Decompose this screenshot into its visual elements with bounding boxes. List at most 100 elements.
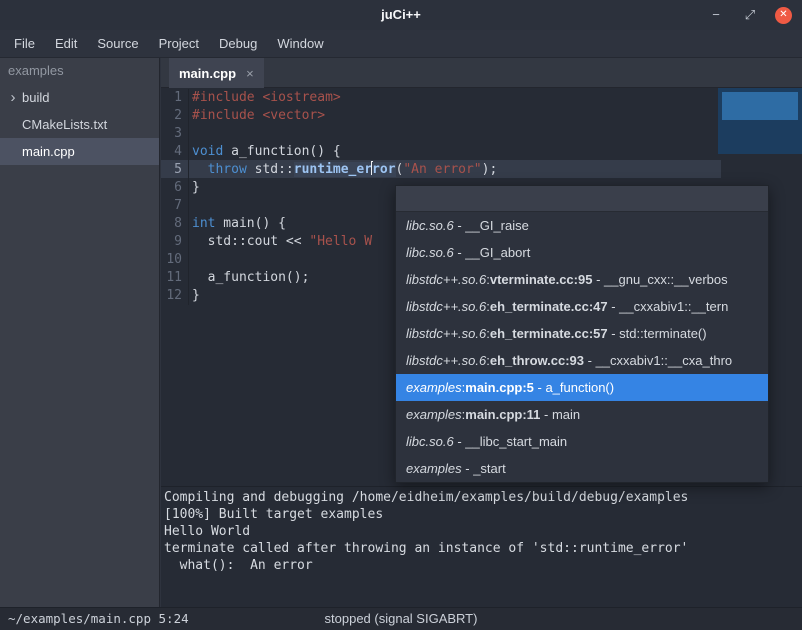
frame-function: - a_function() [534, 380, 614, 395]
code-line [192, 125, 802, 143]
code-token: runtime_er [294, 162, 372, 177]
frame-function: - __cxxabiv1::__tern [608, 299, 729, 314]
code-token: int [192, 216, 215, 231]
window-title: juCi++ [0, 0, 802, 30]
code-token: #include [192, 108, 255, 123]
maximize-button-icon[interactable]: ⤢ [741, 6, 759, 24]
line-number: 1 [161, 89, 188, 107]
frame-function: - __cxxabiv1::__cxa_thro [584, 353, 732, 368]
sidebar-item-label: main.cpp [22, 138, 75, 165]
code-token: <iostream> [262, 90, 340, 105]
frame-function: - main [540, 407, 580, 422]
code-line: #include <vector> [192, 107, 802, 125]
line-number: 7 [161, 197, 188, 215]
window-controls: − ⤢ ✕ [707, 0, 792, 30]
line-number: 9 [161, 233, 188, 251]
project-name-header: examples [0, 58, 159, 84]
stack-frame-item[interactable]: examples:main.cpp:11 - main [396, 401, 768, 428]
line-number: 12 [161, 287, 188, 305]
stack-frame-item[interactable]: libstdc++.so.6:eh_terminate.cc:57 - std:… [396, 320, 768, 347]
titlebar[interactable]: juCi++ − ⤢ ✕ [0, 0, 802, 30]
menu-item-debug[interactable]: Debug [209, 30, 267, 57]
library-name: libstdc++.so.6 [406, 326, 486, 341]
menu-item-window[interactable]: Window [267, 30, 333, 57]
sidebar-item-label: CMakeLists.txt [22, 111, 107, 138]
chevron-right-icon: › [6, 84, 20, 111]
stack-frame-item[interactable]: examples:main.cpp:5 - a_function() [396, 374, 768, 401]
code-token: <vector> [262, 108, 325, 123]
code-token: a_function(); [192, 270, 309, 285]
statusbar: ~/examples/main.cpp 5:24 stopped (signal… [0, 607, 802, 630]
menu-item-file[interactable]: File [4, 30, 45, 57]
code-token: "An error" [403, 162, 481, 177]
code-token: ); [482, 162, 498, 177]
line-number: 8 [161, 215, 188, 233]
popup-search-field[interactable] [396, 186, 768, 212]
debug-output-console[interactable]: Compiling and debugging /home/eidheim/ex… [161, 486, 802, 607]
stack-frame-item[interactable]: libc.so.6 - __GI_abort [396, 239, 768, 266]
code-token: "Hello W [309, 234, 372, 249]
code-token: throw [208, 162, 247, 177]
sidebar-item-label: build [22, 84, 49, 111]
tab-close-icon[interactable]: × [246, 66, 254, 81]
line-number: 5 [161, 161, 188, 179]
file-tree-sidebar: examples ›buildCMakeLists.txtmain.cpp [0, 58, 160, 607]
sidebar-item-build[interactable]: ›build [0, 84, 159, 111]
code-token: a_function() { [223, 144, 340, 159]
stack-frame-item[interactable]: libstdc++.so.6:vterminate.cc:95 - __gnu_… [396, 266, 768, 293]
stack-frame-item[interactable]: examples - _start [396, 455, 768, 482]
file-location: main.cpp:11 [465, 407, 540, 422]
code-token: main() { [215, 216, 285, 231]
file-location: eh_terminate.cc:57 [490, 326, 608, 341]
minimize-button-icon[interactable]: − [707, 6, 725, 24]
code-token: #include [192, 90, 255, 105]
editor-overlay-box [718, 88, 802, 154]
library-name: libstdc++.so.6 [406, 272, 486, 287]
console-line: terminate called after throwing an insta… [164, 540, 802, 557]
line-number: 3 [161, 125, 188, 143]
stack-frame-item[interactable]: libstdc++.so.6:eh_terminate.cc:47 - __cx… [396, 293, 768, 320]
code-token: } [192, 288, 200, 303]
app-window: juCi++ − ⤢ ✕ FileEditSourceProjectDebugW… [0, 0, 802, 630]
file-location: eh_terminate.cc:47 [490, 299, 608, 314]
console-line: what(): An error [164, 557, 802, 574]
file-location: eh_throw.cc:93 [490, 353, 584, 368]
menu-item-source[interactable]: Source [87, 30, 148, 57]
menu-item-edit[interactable]: Edit [45, 30, 87, 57]
tabbar: main.cpp × [161, 58, 802, 88]
line-number-gutter[interactable]: 123456789101112 [161, 89, 189, 305]
menu-item-project[interactable]: Project [149, 30, 209, 57]
library-name: examples [406, 380, 462, 395]
sidebar-item-cmakelists-txt[interactable]: CMakeLists.txt [0, 111, 159, 138]
code-token: ror [372, 162, 395, 177]
file-tree: ›buildCMakeLists.txtmain.cpp [0, 84, 159, 165]
code-token: std::cout << [192, 234, 309, 249]
frame-function: - __libc_start_main [454, 434, 567, 449]
stack-frame-item[interactable]: libc.so.6 - __libc_start_main [396, 428, 768, 455]
frame-function: - __gnu_cxx::__verbos [592, 272, 727, 287]
library-name: libc.so.6 [406, 434, 454, 449]
line-number: 11 [161, 269, 188, 287]
console-line: Compiling and debugging /home/eidheim/ex… [164, 489, 802, 506]
code-line: void a_function() { [192, 143, 802, 161]
console-line: Hello World [164, 523, 802, 540]
sidebar-item-main-cpp[interactable]: main.cpp [0, 138, 159, 165]
stack-frame-item[interactable]: libc.so.6 - __GI_raise [396, 212, 768, 239]
tab-label: main.cpp [179, 66, 236, 81]
library-name: libstdc++.so.6 [406, 299, 486, 314]
editor-overlay-box-inner [722, 92, 798, 120]
file-location: vterminate.cc:95 [490, 272, 593, 287]
frame-function: - __GI_raise [454, 218, 529, 233]
stack-frame-item[interactable]: libstdc++.so.6:eh_throw.cc:93 - __cxxabi… [396, 347, 768, 374]
code-token: std:: [247, 162, 294, 177]
close-button-icon[interactable]: ✕ [775, 7, 792, 24]
line-number: 6 [161, 179, 188, 197]
code-line: #include <iostream> [192, 89, 802, 107]
tab-main-cpp[interactable]: main.cpp × [169, 58, 264, 88]
code-token: } [192, 180, 200, 195]
menubar: FileEditSourceProjectDebugWindow [0, 30, 802, 58]
stack-trace-popup: libc.so.6 - __GI_raiselibc.so.6 - __GI_a… [395, 185, 769, 483]
code-token [192, 162, 208, 177]
library-name: libstdc++.so.6 [406, 353, 486, 368]
frame-function: - std::terminate() [608, 326, 707, 341]
